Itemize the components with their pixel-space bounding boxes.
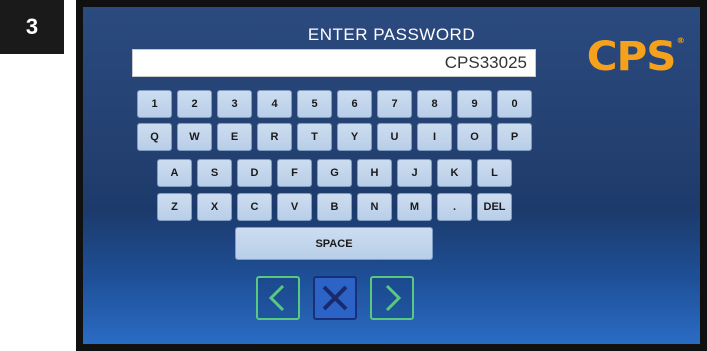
key-p[interactable]: P (497, 123, 532, 151)
key-j[interactable]: J (397, 159, 432, 187)
cancel-button[interactable] (313, 276, 357, 320)
key-z[interactable]: Z (157, 193, 192, 221)
key-l[interactable]: L (477, 159, 512, 187)
chevron-left-icon (268, 284, 285, 312)
key-a[interactable]: A (157, 159, 192, 187)
step-number-badge: 3 (0, 0, 64, 54)
space-key[interactable]: SPACE (235, 227, 433, 260)
device-screen-frame: ENTER PASSWORD CPS33025 CPS® 1 2 3 4 5 6… (76, 0, 707, 351)
key-b[interactable]: B (317, 193, 352, 221)
delete-key[interactable]: DEL (477, 193, 512, 221)
key-v[interactable]: V (277, 193, 312, 221)
key-4[interactable]: 4 (257, 90, 292, 118)
key-g[interactable]: G (317, 159, 352, 187)
logo-text: CPS (586, 34, 677, 80)
key-period[interactable]: . (437, 193, 472, 221)
key-o[interactable]: O (457, 123, 492, 151)
key-d[interactable]: D (237, 159, 272, 187)
key-h[interactable]: H (357, 159, 392, 187)
key-0[interactable]: 0 (497, 90, 532, 118)
key-k[interactable]: K (437, 159, 472, 187)
key-8[interactable]: 8 (417, 90, 452, 118)
key-q[interactable]: Q (137, 123, 172, 151)
key-e[interactable]: E (217, 123, 252, 151)
back-button[interactable] (256, 276, 300, 320)
key-7[interactable]: 7 (377, 90, 412, 118)
key-s[interactable]: S (197, 159, 232, 187)
key-1[interactable]: 1 (137, 90, 172, 118)
key-r[interactable]: R (257, 123, 292, 151)
key-n[interactable]: N (357, 193, 392, 221)
next-button[interactable] (370, 276, 414, 320)
password-screen: ENTER PASSWORD CPS33025 CPS® 1 2 3 4 5 6… (83, 7, 700, 344)
chevron-right-icon (385, 284, 402, 312)
password-input[interactable]: CPS33025 (132, 49, 536, 77)
key-y[interactable]: Y (337, 123, 372, 151)
key-t[interactable]: T (297, 123, 332, 151)
key-c[interactable]: C (237, 193, 272, 221)
key-x[interactable]: X (197, 193, 232, 221)
key-u[interactable]: U (377, 123, 412, 151)
key-9[interactable]: 9 (457, 90, 492, 118)
registered-mark: ® (676, 36, 684, 45)
x-icon (322, 285, 348, 311)
key-5[interactable]: 5 (297, 90, 332, 118)
key-w[interactable]: W (177, 123, 212, 151)
key-2[interactable]: 2 (177, 90, 212, 118)
key-3[interactable]: 3 (217, 90, 252, 118)
key-6[interactable]: 6 (337, 90, 372, 118)
key-m[interactable]: M (397, 193, 432, 221)
key-i[interactable]: I (417, 123, 452, 151)
cps-logo: CPS® (586, 34, 685, 80)
key-f[interactable]: F (277, 159, 312, 187)
